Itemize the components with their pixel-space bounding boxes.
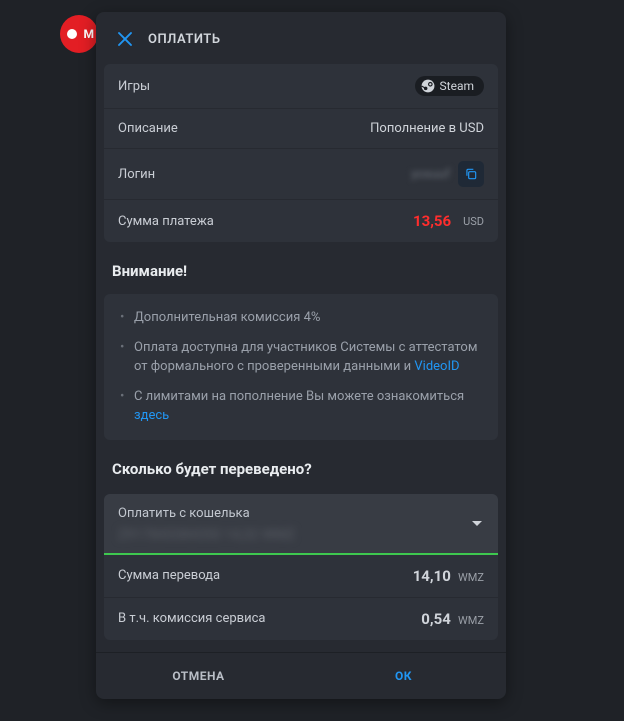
detail-row-games: Игры Steam: [104, 64, 498, 109]
amount-currency: USD: [463, 215, 484, 228]
wallet-select[interactable]: Оплатить с кошелька Z917843384350 14,32 …: [104, 494, 498, 555]
modal-header: ОПЛАТИТЬ: [96, 12, 506, 64]
ok-button[interactable]: ОК: [301, 653, 506, 699]
login-label: Логин: [118, 167, 155, 182]
wallet-select-value: Z917843384350 14,32 WMZ: [118, 527, 484, 543]
copy-icon: [464, 167, 478, 181]
limits-link[interactable]: здесь: [134, 408, 169, 423]
games-label: Игры: [118, 79, 150, 94]
steam-icon: [421, 79, 435, 93]
notice-item: С лимитами на пополнение Вы можете ознак…: [120, 387, 482, 426]
notice-item: Оплата доступна для участников Системы с…: [120, 338, 482, 377]
detail-row-amount: Сумма платежа 13,56 USD: [104, 200, 498, 242]
notice-item: Дополнительная комиссия 4%: [120, 308, 482, 328]
desc-value: Пополнение в USD: [370, 121, 484, 136]
close-icon: [116, 30, 134, 48]
wallet-block: Оплатить с кошелька Z917843384350 14,32 …: [104, 494, 498, 640]
detail-row-login: Логин yosuuf: [104, 149, 498, 200]
modal-title: ОПЛАТИТЬ: [148, 32, 221, 47]
detail-row-description: Описание Пополнение в USD: [104, 109, 498, 149]
amount-label: Сумма платежа: [118, 214, 214, 229]
videoid-link[interactable]: VideoID: [414, 359, 459, 374]
modal-actions: ОТМЕНА ОК: [96, 652, 506, 699]
transfer-fee-label: В т.ч. комиссия сервиса: [118, 611, 265, 626]
cancel-button[interactable]: ОТМЕНА: [96, 653, 301, 699]
wallet-select-label: Оплатить с кошелька: [118, 506, 484, 521]
background-logo: M: [60, 15, 98, 53]
chevron-down-icon: [472, 521, 482, 526]
steam-badge: Steam: [415, 76, 484, 96]
close-button[interactable]: [114, 28, 136, 50]
payment-details: Игры Steam Описание Пополнение в USD: [104, 64, 498, 242]
amount-value: 13,56: [413, 212, 451, 230]
copy-login-button[interactable]: [458, 161, 484, 187]
transfer-fee-row: В т.ч. комиссия сервиса 0,54 WMZ: [104, 598, 498, 640]
login-value: yosuuf: [411, 167, 450, 182]
steam-label: Steam: [440, 79, 474, 93]
notice-box: Дополнительная комиссия 4% Оплата доступ…: [104, 294, 498, 440]
transfer-fee-currency: WMZ: [458, 614, 484, 627]
transfer-sum-value: 14,10: [413, 567, 451, 585]
transfer-title: Сколько будет переведено?: [96, 440, 506, 488]
transfer-fee-value: 0,54: [421, 610, 451, 628]
desc-label: Описание: [118, 121, 178, 136]
payment-modal: ОПЛАТИТЬ Игры Steam Описание По: [96, 12, 506, 699]
transfer-sum-label: Сумма перевода: [118, 568, 220, 583]
notice-title: Внимание!: [96, 242, 506, 290]
transfer-sum-row: Сумма перевода 14,10 WMZ: [104, 555, 498, 598]
transfer-sum-currency: WMZ: [458, 571, 484, 584]
